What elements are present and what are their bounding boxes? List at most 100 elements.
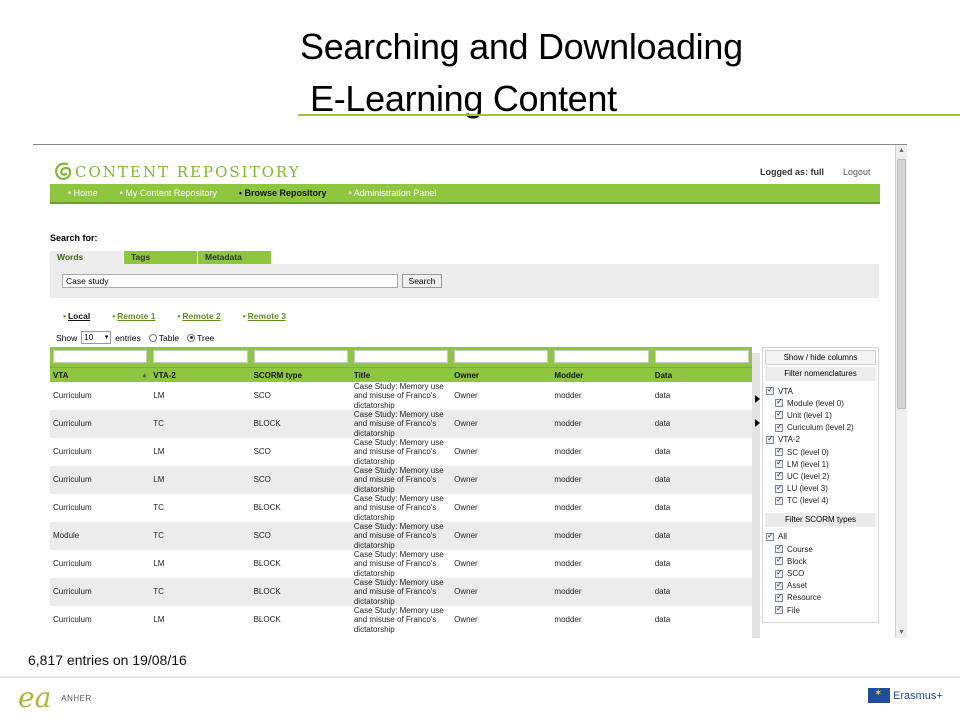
menu-item[interactable]: • My Content Repository <box>120 188 217 198</box>
table-row[interactable]: Curriculum LM SCO Case Study: Memory use an… <box>50 382 752 410</box>
column-filter-input[interactable] <box>53 350 148 363</box>
checkbox-checked-icon[interactable] <box>775 409 783 420</box>
column-filter-input[interactable] <box>253 350 348 363</box>
filter-checkbox-label: Module (level 0) <box>787 398 844 408</box>
expand-arrow-icon[interactable] <box>755 395 760 403</box>
table-cell: LM <box>153 391 165 401</box>
tab-words[interactable]: Words <box>50 251 123 264</box>
expand-arrow-icon[interactable] <box>755 419 760 427</box>
table-cell: Curriculum <box>53 391 92 401</box>
filter-checkbox[interactable]: All <box>763 531 878 543</box>
column-filter-input[interactable] <box>153 350 248 363</box>
column-filter-input[interactable] <box>353 350 449 363</box>
checkbox-checked-icon[interactable] <box>775 397 783 408</box>
menu-item[interactable]: • Home <box>68 188 98 198</box>
filter-checkbox[interactable]: Course <box>763 543 878 555</box>
filter-checkbox[interactable]: Resource <box>763 592 878 604</box>
filter-checkbox[interactable]: LU (level 3) <box>763 483 878 495</box>
filter-checkbox[interactable]: Module (level 0) <box>763 397 878 409</box>
erasmus-label: Erasmus+ <box>893 689 943 702</box>
table-row[interactable]: Curriculum TC BLOCK Case Study: Memory use … <box>50 578 752 606</box>
filter-checkbox[interactable]: VTA-2 <box>763 434 878 446</box>
table-cell: BLOCK <box>253 587 281 597</box>
filter-checkbox-label: SCO <box>787 569 805 579</box>
scroll-up-icon[interactable]: ▲ <box>896 145 907 157</box>
checkbox-checked-icon[interactable] <box>775 543 783 554</box>
checkbox-checked-icon[interactable] <box>775 470 783 481</box>
filter-checkbox[interactable]: File <box>763 604 878 616</box>
entries-per-page-select[interactable]: 10 <box>81 331 112 344</box>
tab-metadata[interactable]: Metadata <box>198 251 271 264</box>
checkbox-checked-icon[interactable] <box>775 580 783 590</box>
table-view-radio[interactable] <box>148 333 157 342</box>
checkbox-checked-icon[interactable] <box>775 458 783 469</box>
column-filter-input[interactable] <box>654 350 749 363</box>
checkbox-checked-icon[interactable] <box>775 604 783 615</box>
filter-checkbox-label: Unit (level 1) <box>787 410 832 420</box>
sort-ascending-icon[interactable]: ▴ <box>143 368 147 383</box>
checkbox-checked-icon[interactable] <box>775 555 783 566</box>
table-row[interactable]: Curriculum LM BLOCK Case Study: Memory use … <box>50 606 752 634</box>
table-row[interactable]: Module TC SCO Case Study: Memory use and mi… <box>50 522 752 550</box>
checkbox-checked-icon[interactable] <box>775 568 783 578</box>
checkbox-checked-icon[interactable] <box>775 446 783 457</box>
table-cell: Module <box>53 531 80 541</box>
filter-checkbox[interactable]: SC (level 0) <box>763 446 878 458</box>
table-cell: Case Study: Memory use and misuse of Fra… <box>353 521 444 550</box>
filter-checkbox[interactable]: Curiculum (level 2) <box>763 422 878 434</box>
checkbox-checked-icon[interactable] <box>766 434 774 444</box>
table-cell: Curriculum <box>53 419 92 429</box>
column-header[interactable]: Modder <box>551 368 651 382</box>
filter-checkbox[interactable]: UC (level 2) <box>763 470 878 482</box>
tab-tags[interactable]: Tags <box>124 251 197 264</box>
filter-checkbox[interactable]: Asset <box>763 580 878 592</box>
table-row[interactable]: Curriculum LM SCO Case Study: Memory use an… <box>50 438 752 466</box>
search-input[interactable]: Case study <box>62 274 398 288</box>
table-row[interactable]: Curriculum TC BLOCK Case Study: Memory use … <box>50 410 752 438</box>
tree-view-radio[interactable] <box>187 333 196 342</box>
page-scrollbar[interactable]: ▲ ▼ <box>895 145 907 638</box>
table-cell: LM <box>153 447 165 457</box>
filter-checkbox[interactable]: LM (level 1) <box>763 458 878 470</box>
eu-flag-icon <box>868 688 890 703</box>
column-header[interactable]: Data <box>652 368 752 382</box>
menu-item[interactable]: • Administration Panel <box>349 188 437 198</box>
table-cell: data <box>654 559 671 569</box>
repo-remote3-link[interactable]: Remote 3 <box>243 311 286 321</box>
checkbox-checked-icon[interactable] <box>775 592 783 602</box>
repo-local-link[interactable]: Local <box>63 311 90 321</box>
column-header[interactable]: Title <box>351 368 451 382</box>
column-filter-input[interactable] <box>454 350 549 363</box>
repo-remote1-link[interactable]: Remote 1 <box>112 311 155 321</box>
content-repository-logo[interactable]: CONTENT REPOSITORY <box>53 159 301 185</box>
filter-checkbox[interactable]: SCO <box>763 567 878 579</box>
table-cell: Case Study: Memory use and misuse of Fra… <box>353 437 444 466</box>
table-row[interactable]: Curriculum LM SCO Case Study: Memory use an… <box>50 466 752 494</box>
search-button[interactable]: Search <box>402 274 442 288</box>
scroll-down-icon[interactable]: ▼ <box>896 627 907 638</box>
filter-checkbox[interactable]: Block <box>763 555 878 567</box>
checkbox-checked-icon[interactable] <box>775 495 783 505</box>
show-hide-columns-button[interactable]: Show / hide columns <box>765 350 876 365</box>
show-entries-row: Show 10 entries Table Tree <box>56 331 214 344</box>
filter-checkbox[interactable]: Unit (level 1) <box>763 409 878 421</box>
table-cell: BLOCK <box>253 419 281 429</box>
scroll-thumb[interactable] <box>897 159 906 409</box>
filter-checkbox[interactable]: VTA <box>763 385 878 397</box>
checkbox-checked-icon[interactable] <box>766 531 774 541</box>
repo-remote2-link[interactable]: Remote 2 <box>177 311 220 321</box>
checkbox-checked-icon[interactable] <box>766 385 774 396</box>
menu-item[interactable]: • Browse Repository <box>239 188 327 198</box>
checkbox-checked-icon[interactable] <box>775 483 783 493</box>
table-row[interactable]: Curriculum LM BLOCK Case Study: Memory use … <box>50 550 752 578</box>
table-row[interactable]: Curriculum TC BLOCK Case Study: Memory use … <box>50 494 752 522</box>
column-filter-input[interactable] <box>554 350 649 363</box>
column-header[interactable]: SCORM type <box>251 368 351 382</box>
column-header[interactable]: VTA-2 <box>150 368 250 382</box>
logout-link[interactable]: Logout <box>843 167 871 177</box>
checkbox-checked-icon[interactable] <box>775 422 783 432</box>
column-header[interactable]: Owner <box>451 368 551 382</box>
column-header[interactable]: VTA ▴ <box>50 368 150 382</box>
filter-checkbox[interactable]: TC (level 4) <box>763 495 878 507</box>
table-view-label: Table <box>158 332 180 343</box>
